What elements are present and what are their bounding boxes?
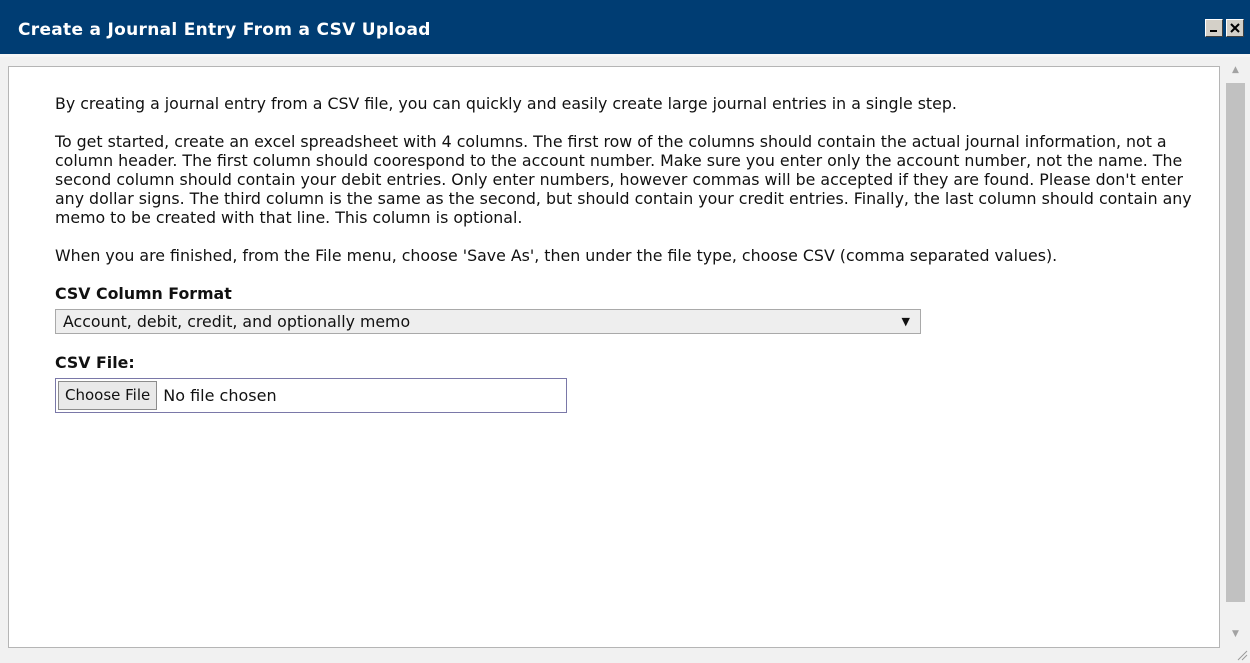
minimize-icon: [1210, 30, 1217, 32]
dropdown-arrow-icon: ▼: [901, 315, 910, 328]
csv-format-selected-value: Account, debit, credit, and optionally m…: [63, 312, 411, 331]
save-instructions-paragraph: When you are finished, from the File men…: [55, 246, 1058, 265]
resize-grip-icon[interactable]: [1236, 649, 1248, 661]
choose-file-button[interactable]: Choose File: [58, 381, 158, 410]
instructions-paragraph: To get started, create an excel spreadsh…: [55, 132, 1192, 227]
dialog-content-panel: By creating a journal entry from a CSV f…: [8, 66, 1220, 648]
csv-format-label: CSV Column Format: [55, 284, 232, 303]
minimize-button[interactable]: [1205, 19, 1223, 37]
vertical-scrollbar[interactable]: ▲ ▼: [1221, 60, 1250, 648]
close-button[interactable]: [1226, 19, 1244, 37]
content-area: By creating a journal entry from a CSV f…: [55, 94, 1195, 413]
intro-paragraph: By creating a journal entry from a CSV f…: [55, 94, 957, 113]
close-icon: [1230, 23, 1240, 33]
file-status-text: No file chosen: [163, 386, 277, 405]
csv-format-select[interactable]: Account, debit, credit, and optionally m…: [55, 309, 921, 334]
scrollbar-thumb[interactable]: [1226, 83, 1245, 602]
dialog-footer: [0, 648, 1250, 663]
csv-file-label: CSV File:: [55, 353, 135, 372]
dialog-title: Create a Journal Entry From a CSV Upload: [18, 20, 431, 40]
csv-file-input[interactable]: Choose File No file chosen: [55, 378, 567, 413]
dialog-titlebar: Create a Journal Entry From a CSV Upload: [0, 0, 1250, 57]
scroll-down-arrow-icon[interactable]: ▼: [1221, 624, 1250, 644]
scroll-up-arrow-icon[interactable]: ▲: [1221, 60, 1250, 80]
